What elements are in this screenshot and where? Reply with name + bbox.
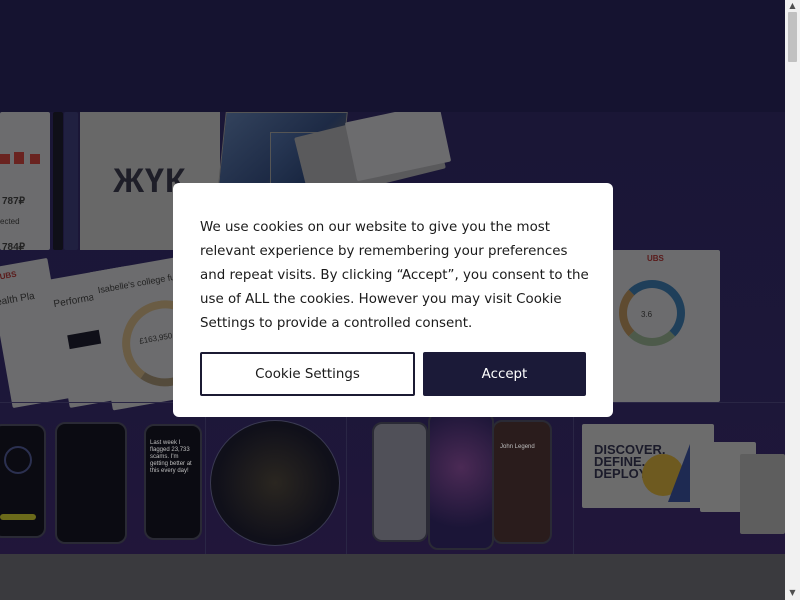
scroll-down-arrow-icon[interactable]: ▼ xyxy=(785,587,800,599)
scroll-up-arrow-icon[interactable]: ▲ xyxy=(785,0,800,12)
cookie-settings-button[interactable]: Cookie Settings xyxy=(200,352,415,396)
cookie-consent-dialog: We use cookies on our website to give yo… xyxy=(173,183,613,417)
accept-button[interactable]: Accept xyxy=(423,352,586,396)
cookie-actions: Cookie Settings Accept xyxy=(200,352,586,396)
cookie-message: We use cookies on our website to give yo… xyxy=(200,220,589,331)
page-root: 787₽ ected 784₽ ЖҮК UBS ealth Pla Perfor… xyxy=(0,0,800,600)
scrollbar-thumb[interactable] xyxy=(788,12,797,62)
page-scrollbar[interactable]: ▲ ▼ xyxy=(785,0,800,600)
